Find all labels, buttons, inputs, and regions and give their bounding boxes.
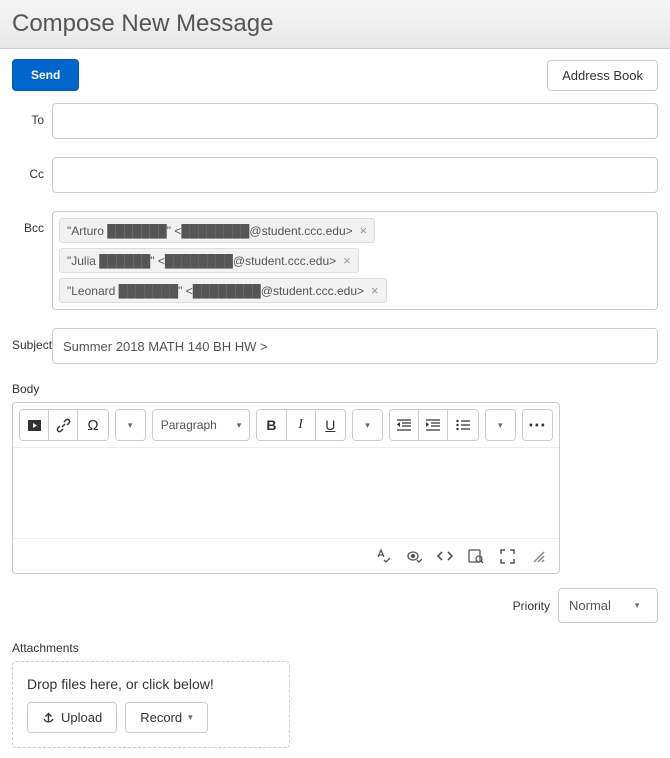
body-label: Body — [12, 382, 658, 396]
page-title: Compose New Message — [12, 10, 658, 38]
cc-input[interactable] — [52, 157, 658, 193]
italic-button[interactable]: I — [287, 410, 316, 440]
priority-select[interactable]: Normal ▾ — [558, 588, 658, 623]
more-toolbar-button[interactable]: ⋯ — [523, 410, 552, 440]
editor-footer — [13, 538, 559, 573]
fullscreen-icon[interactable] — [498, 547, 516, 565]
to-input[interactable] — [52, 103, 658, 139]
upload-button[interactable]: Upload — [27, 702, 117, 733]
insert-link-button[interactable] — [49, 410, 78, 440]
subject-label: Subject — [12, 328, 52, 352]
recipient-chip: "Leonard ███████" <████████@student.ccc.… — [59, 278, 387, 303]
resize-handle-icon[interactable] — [529, 547, 547, 565]
html-source-icon[interactable] — [436, 547, 454, 565]
action-row: Send Address Book — [12, 59, 658, 91]
accessibility-check-icon[interactable] — [405, 547, 423, 565]
to-label: To — [12, 103, 52, 127]
insert-symbol-button[interactable]: Ω — [78, 410, 107, 440]
recipient-text: "Arturo ███████" <████████@student.ccc.e… — [67, 224, 353, 238]
paragraph-format-select[interactable]: Paragraph ▾ — [152, 409, 251, 441]
recipient-chip: "Julia ██████" <████████@student.ccc.edu… — [59, 248, 359, 273]
bold-button[interactable]: B — [257, 410, 286, 440]
recipient-text: "Julia ██████" <████████@student.ccc.edu… — [67, 254, 336, 268]
editor-body[interactable] — [13, 448, 559, 538]
send-button[interactable]: Send — [12, 59, 79, 91]
upload-icon — [42, 711, 55, 724]
recipient-chip: "Arturo ███████" <████████@student.ccc.e… — [59, 218, 375, 243]
dropzone-text: Drop files here, or click below! — [27, 676, 275, 692]
remove-recipient-icon[interactable]: × — [371, 283, 379, 298]
insert-media-button[interactable] — [20, 410, 49, 440]
attachments-dropzone[interactable]: Drop files here, or click below! Upload … — [12, 661, 290, 748]
bullet-list-button[interactable] — [448, 410, 477, 440]
underline-button[interactable]: U — [316, 410, 345, 440]
remove-recipient-icon[interactable]: × — [343, 253, 351, 268]
rich-text-editor: Ω ▾ Paragraph ▾ B I U ▾ — [12, 402, 560, 574]
preview-icon[interactable] — [467, 547, 485, 565]
record-button[interactable]: Record ▾ — [125, 702, 207, 733]
recipient-text: "Leonard ███████" <████████@student.ccc.… — [67, 284, 364, 298]
cc-label: Cc — [12, 157, 52, 181]
font-dropdown-button[interactable]: ▾ — [353, 410, 382, 440]
bcc-label: Bcc — [12, 211, 52, 235]
chevron-down-icon: ▾ — [635, 600, 640, 611]
header-bar: Compose New Message — [0, 0, 670, 49]
subject-input[interactable] — [52, 328, 658, 364]
list-dropdown-button[interactable]: ▾ — [486, 410, 515, 440]
bcc-input[interactable]: "Arturo ███████" <████████@student.ccc.e… — [52, 211, 658, 310]
insert-dropdown-button[interactable]: ▾ — [116, 410, 145, 440]
priority-label: Priority — [513, 599, 550, 613]
chevron-down-icon: ▾ — [237, 420, 242, 431]
spellcheck-icon[interactable] — [374, 547, 392, 565]
indent-button[interactable] — [419, 410, 448, 440]
remove-recipient-icon[interactable]: × — [360, 223, 368, 238]
chevron-down-icon: ▾ — [188, 712, 193, 723]
outdent-button[interactable] — [390, 410, 419, 440]
editor-toolbar: Ω ▾ Paragraph ▾ B I U ▾ — [13, 403, 559, 448]
address-book-button[interactable]: Address Book — [547, 60, 658, 91]
attachments-label: Attachments — [12, 641, 658, 655]
